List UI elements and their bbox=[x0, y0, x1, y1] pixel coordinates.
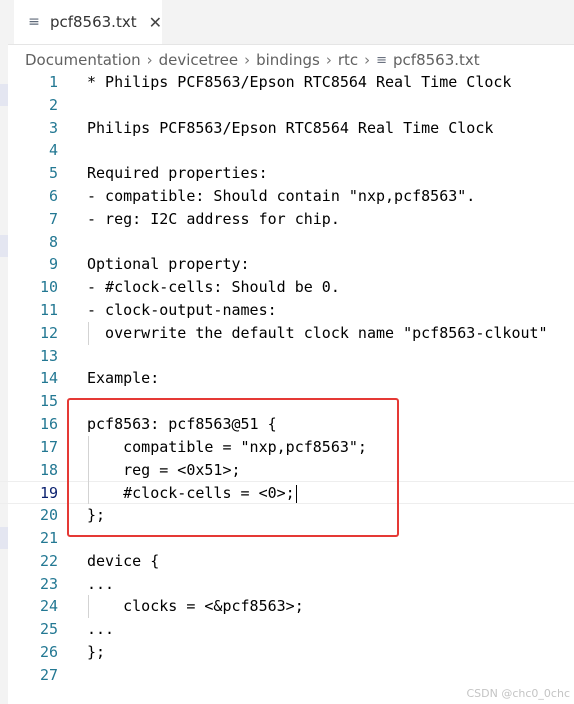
code-line[interactable]: 1 * Philips PCF8563/Epson RTC8564 Real Ti… bbox=[0, 71, 574, 94]
line-number: 1 bbox=[48, 73, 58, 91]
line-number: 27 bbox=[39, 665, 58, 684]
code-text: - clock-output-names: bbox=[87, 301, 277, 319]
line-number: 6 bbox=[48, 187, 58, 205]
line-number: 12 bbox=[39, 323, 58, 342]
line-number: 4 bbox=[48, 141, 58, 160]
code-text: Required properties: bbox=[87, 164, 268, 183]
breadcrumb-item[interactable]: bindings bbox=[256, 51, 320, 69]
breadcrumb: Documentation › devicetree › bindings › … bbox=[25, 49, 480, 71]
code-line[interactable]: 8 bbox=[0, 231, 574, 254]
line-number: 3 bbox=[48, 118, 58, 137]
line-number: 23 bbox=[39, 574, 58, 593]
line-number: 15 bbox=[39, 392, 58, 411]
code-line[interactable]: 4 bbox=[0, 139, 574, 162]
chevron-right-icon: › bbox=[364, 51, 371, 69]
chevron-right-icon: › bbox=[244, 51, 251, 69]
line-number: 22 bbox=[39, 551, 58, 570]
chevron-right-icon: › bbox=[325, 51, 332, 69]
file-lines-icon: ≡ bbox=[28, 14, 40, 30]
code-line[interactable]: 23... bbox=[0, 573, 574, 596]
watermark: CSDN @chc0_0chc bbox=[466, 687, 571, 700]
line-number: 16 bbox=[39, 415, 58, 433]
tab-label: pcf8563.txt bbox=[49, 13, 137, 31]
code-text: * Philips PCF8563/Epson RTC8564 Real Tim… bbox=[87, 73, 512, 91]
tab-pcf8563[interactable]: ≡ pcf8563.txt ✕ bbox=[14, 0, 162, 44]
line-number: 8 bbox=[48, 232, 58, 251]
line-number: 26 bbox=[39, 643, 58, 661]
breadcrumb-item[interactable]: rtc bbox=[338, 51, 358, 69]
line-number: 10 bbox=[39, 278, 58, 297]
code-line[interactable]: 12 overwrite the default clock name "pcf… bbox=[0, 322, 574, 345]
line-number: 2 bbox=[48, 95, 58, 114]
code-line[interactable]: 2 bbox=[0, 94, 574, 117]
code-editor[interactable]: 1 * Philips PCF8563/Epson RTC8564 Real Ti… bbox=[0, 71, 574, 691]
code-line[interactable]: 22 device { bbox=[0, 550, 574, 573]
close-icon[interactable]: ✕ bbox=[149, 13, 162, 32]
code-text: - compatible: Should contain "nxp,pcf856… bbox=[87, 187, 476, 205]
code-line[interactable]: 7 - reg: I2C address for chip. bbox=[0, 208, 574, 231]
line-number: 21 bbox=[39, 529, 58, 547]
code-line[interactable]: 3 Philips PCF8563/Epson RTC8564 Real Time… bbox=[0, 117, 574, 140]
line-number: 17 bbox=[39, 437, 58, 456]
code-text: overwrite the default clock name "pcf856… bbox=[87, 323, 548, 342]
chevron-right-icon: › bbox=[146, 51, 153, 69]
code-text: Optional property: bbox=[87, 255, 250, 274]
line-number: 5 bbox=[48, 164, 58, 183]
line-number: 13 bbox=[39, 346, 58, 365]
code-line[interactable]: 26}; bbox=[0, 641, 574, 664]
line-number: 25 bbox=[39, 620, 58, 639]
code-line[interactable]: 25... bbox=[0, 618, 574, 641]
code-text: - reg: I2C address for chip. bbox=[87, 209, 340, 228]
code-line[interactable]: 9 Optional property: bbox=[0, 253, 574, 276]
code-text: }; bbox=[87, 643, 106, 661]
code-line[interactable]: 14 Example: bbox=[0, 367, 574, 390]
code-text: - #clock-cells: Should be 0. bbox=[87, 278, 340, 297]
tab-bar: ≡ pcf8563.txt ✕ bbox=[8, 0, 574, 45]
code-line[interactable]: 10 - #clock-cells: Should be 0. bbox=[0, 276, 574, 299]
code-text: Example: bbox=[87, 369, 160, 388]
code-text: device { bbox=[87, 551, 160, 570]
code-line[interactable]: 27 bbox=[0, 664, 574, 687]
breadcrumb-item[interactable]: pcf8563.txt bbox=[393, 51, 480, 69]
code-text: ... bbox=[87, 620, 115, 639]
breadcrumb-item[interactable]: Documentation bbox=[25, 51, 141, 69]
code-line[interactable]: 6 - compatible: Should contain "nxp,pcf85… bbox=[0, 185, 574, 208]
file-lines-icon: ≡ bbox=[376, 52, 388, 68]
code-line[interactable]: 5 Required properties: bbox=[0, 162, 574, 185]
line-number: 9 bbox=[48, 255, 58, 274]
breadcrumb-item[interactable]: devicetree bbox=[159, 51, 238, 69]
indent-guide bbox=[88, 321, 89, 345]
code-text: ... bbox=[87, 574, 115, 593]
line-number: 11 bbox=[39, 301, 58, 319]
code-text: Philips PCF8563/Epson RTC8564 Real Time … bbox=[87, 118, 494, 137]
line-number: 19 bbox=[39, 484, 58, 503]
line-number: 18 bbox=[39, 460, 58, 479]
code-line[interactable]: 24 clocks = <&pcf8563>; bbox=[0, 595, 574, 618]
indent-guide bbox=[88, 595, 89, 619]
line-number: 7 bbox=[48, 209, 58, 228]
code-line[interactable]: 11 - clock-output-names: bbox=[0, 299, 574, 322]
code-line[interactable]: 13 bbox=[0, 345, 574, 368]
line-number: 14 bbox=[39, 369, 58, 388]
line-number: 20 bbox=[39, 506, 58, 525]
code-text: clocks = <&pcf8563>; bbox=[87, 597, 304, 616]
highlight-annotation-box bbox=[67, 398, 399, 537]
line-number: 24 bbox=[39, 597, 58, 616]
